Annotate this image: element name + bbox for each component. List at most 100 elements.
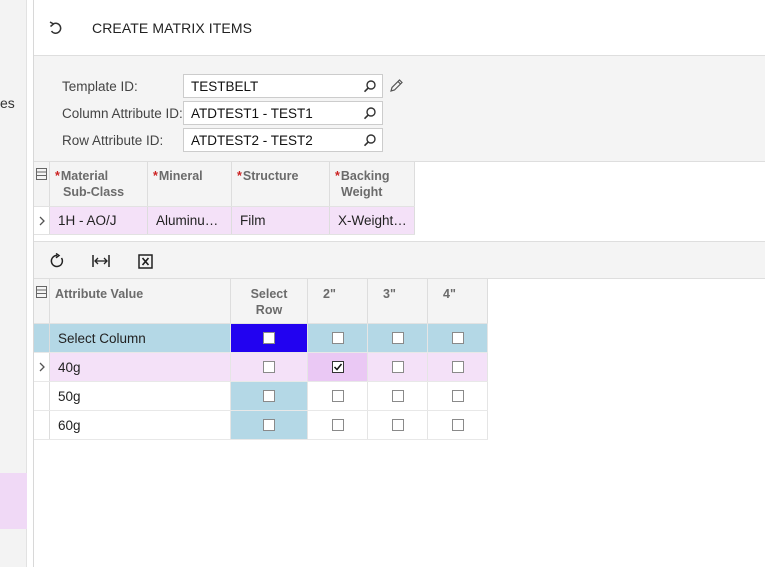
search-icon: [363, 107, 376, 120]
template-id-row: Template ID: TESTBELT: [62, 74, 383, 98]
matrix-cell[interactable]: [368, 382, 428, 410]
fit-to-screen-button[interactable]: [91, 251, 111, 271]
attribute-value-cell: 60g: [50, 411, 231, 439]
select-column-row[interactable]: Select Column: [34, 324, 488, 353]
pencil-icon: [390, 79, 403, 92]
matrix-cell[interactable]: [428, 382, 488, 410]
select-column-checkbox[interactable]: [331, 332, 344, 344]
matrix-checkbox[interactable]: [391, 361, 404, 373]
attribute-value-cell: 40g: [50, 353, 231, 381]
template-id-value: TESTBELT: [191, 78, 259, 94]
template-id-label: Template ID:: [62, 78, 138, 94]
checkmark-icon: [333, 363, 342, 371]
matrix-cell[interactable]: [368, 411, 428, 439]
attributes-grid-header: *Material Sub-Class *Mineral *Structure *…: [34, 162, 415, 207]
row-indicator: [34, 324, 50, 352]
cell-mineral[interactable]: Aluminu…: [148, 207, 232, 234]
template-id-field[interactable]: TESTBELT: [183, 74, 383, 98]
column-attribute-row: Column Attribute ID: ATDTEST1 - TEST1: [62, 101, 383, 125]
table-row[interactable]: 60g: [34, 411, 488, 440]
matrix-checkbox[interactable]: [451, 390, 464, 402]
select-column-checkbox[interactable]: [391, 332, 404, 344]
dialog-header: CREATE MATRIX ITEMS: [34, 0, 765, 56]
column-chooser-button[interactable]: [34, 162, 50, 206]
matrix-checkbox[interactable]: [331, 419, 344, 431]
col-value-3in[interactable]: 3": [368, 279, 428, 323]
row-indicator: [34, 353, 50, 381]
select-column-checkbox[interactable]: [451, 332, 464, 344]
matrix-checkbox[interactable]: [331, 390, 344, 402]
column-attribute-field[interactable]: ATDTEST1 - TEST1: [183, 101, 383, 125]
row-indicator: [34, 382, 50, 410]
dialog-title: CREATE MATRIX ITEMS: [92, 20, 253, 36]
table-row[interactable]: 1H - AO/J Aluminu… Film X-Weight…: [34, 207, 415, 235]
fit-width-icon: [92, 255, 110, 267]
matrix-toolbar: [34, 241, 765, 279]
matrix-cell[interactable]: [428, 411, 488, 439]
col-attribute-value[interactable]: Attribute Value: [50, 279, 231, 323]
select-column-3in-cell[interactable]: [368, 324, 428, 352]
matrix-cell[interactable]: [368, 353, 428, 381]
column-settings-icon: [36, 286, 47, 298]
select-row-cell[interactable]: [231, 353, 308, 381]
required-marker: *: [55, 169, 60, 183]
attribute-value-cell: 50g: [50, 382, 231, 410]
col-select-row[interactable]: Select Row: [231, 279, 308, 323]
required-marker: *: [153, 169, 158, 183]
column-attribute-label: Column Attribute ID:: [62, 105, 183, 121]
matrix-checkbox[interactable]: [391, 390, 404, 402]
chevron-right-icon: [39, 362, 45, 372]
select-row-cell[interactable]: [231, 411, 308, 439]
col-value-4in[interactable]: 4": [428, 279, 488, 323]
table-row[interactable]: 50g: [34, 382, 488, 411]
attributes-grid: *Material Sub-Class *Mineral *Structure *…: [34, 162, 415, 235]
background-text-fragment: es: [0, 95, 15, 111]
row-attribute-row: Row Attribute ID: ATDTEST2 - TEST2: [62, 128, 383, 152]
export-to-excel-button[interactable]: [135, 251, 155, 271]
col-structure[interactable]: *Structure: [232, 162, 330, 206]
select-all-cell[interactable]: [231, 324, 308, 352]
matrix-grid: Attribute Value Select Row 2" 3" 4" Selec…: [34, 279, 488, 440]
matrix-cell[interactable]: [308, 353, 368, 381]
required-marker: *: [237, 169, 242, 183]
matrix-form: Template ID: TESTBELT Column Attribute I…: [34, 56, 765, 162]
select-row-cell[interactable]: [231, 382, 308, 410]
select-row-checkbox[interactable]: [263, 390, 275, 402]
search-icon: [363, 134, 376, 147]
matrix-cell[interactable]: [308, 382, 368, 410]
chevron-right-icon: [39, 216, 45, 225]
matrix-checkbox[interactable]: [451, 419, 464, 431]
cell-structure[interactable]: Film: [232, 207, 330, 234]
table-row[interactable]: 40g: [34, 353, 488, 382]
col-mineral[interactable]: *Mineral: [148, 162, 232, 206]
cell-backing-weight[interactable]: X-Weight…: [330, 207, 415, 234]
select-row-checkbox[interactable]: [263, 419, 275, 431]
column-attribute-lookup-button[interactable]: [358, 102, 382, 124]
select-column-2in-cell[interactable]: [308, 324, 368, 352]
refresh-button[interactable]: [47, 251, 67, 271]
matrix-checkbox-checked[interactable]: [331, 361, 344, 373]
matrix-grid-header: Attribute Value Select Row 2" 3" 4": [34, 279, 488, 324]
cell-material-subclass[interactable]: 1H - AO/J: [50, 207, 148, 234]
template-id-lookup-button[interactable]: [358, 75, 382, 97]
col-value-2in[interactable]: 2": [308, 279, 368, 323]
matrix-checkbox[interactable]: [391, 419, 404, 431]
select-all-checkbox[interactable]: [263, 332, 275, 344]
required-marker: *: [335, 169, 340, 183]
undo-button[interactable]: [46, 18, 66, 38]
column-attribute-value: ATDTEST1 - TEST1: [191, 105, 313, 121]
row-indicator: [34, 411, 50, 439]
col-material-subclass[interactable]: *Material Sub-Class: [50, 162, 148, 206]
col-backing-weight[interactable]: *Backing Weight: [330, 162, 415, 206]
matrix-checkbox[interactable]: [451, 361, 464, 373]
row-attribute-lookup-button[interactable]: [358, 129, 382, 151]
select-column-4in-cell[interactable]: [428, 324, 488, 352]
matrix-cell[interactable]: [428, 353, 488, 381]
edit-template-button[interactable]: [388, 78, 406, 96]
row-attribute-field[interactable]: ATDTEST2 - TEST2: [183, 128, 383, 152]
undo-icon: [49, 21, 62, 34]
column-chooser-button[interactable]: [34, 279, 50, 323]
matrix-cell[interactable]: [308, 411, 368, 439]
background-highlight: [0, 473, 27, 529]
select-row-checkbox[interactable]: [263, 361, 275, 373]
